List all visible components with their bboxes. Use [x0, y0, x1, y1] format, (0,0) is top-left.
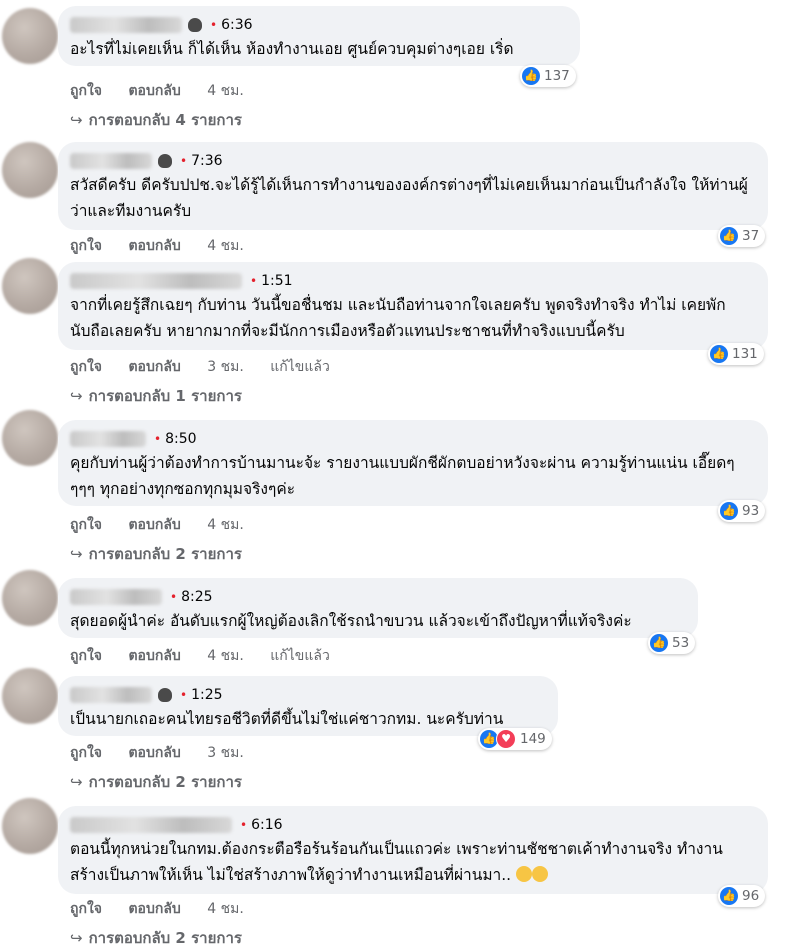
comment-actions: ถูกใจ ตอบกลับ 4 ชม.	[70, 80, 266, 102]
avatar[interactable]	[2, 668, 58, 724]
like-thumb-icon: 👍	[710, 345, 728, 363]
comment-actions: ถูกใจ ตอบกลับ 4 ชม.	[70, 898, 266, 920]
comment-time: 6:36	[221, 17, 253, 33]
comment-time: 6:16	[251, 817, 283, 833]
like-thumb-icon: 👍	[522, 67, 540, 85]
like-button[interactable]: ถูกใจ	[70, 359, 102, 375]
author-name-blurred[interactable]	[70, 273, 242, 289]
reaction-count[interactable]: 👍 137	[520, 65, 576, 87]
like-thumb-icon: 👍	[720, 887, 738, 905]
avatar[interactable]	[2, 410, 58, 466]
comment-actions: ถูกใจ ตอบกลับ 3 ชม. แก้ไขแล้ว	[70, 356, 352, 378]
comment-actions: ถูกใจ ตอบกลับ 3 ชม.	[70, 742, 266, 764]
view-replies-link[interactable]: ↪ การตอบกลับ 2 รายการ	[70, 770, 242, 794]
comment-text: สวัสดีครับ ดีครับปปช.จะได้รู้ได้เห็นการท…	[70, 176, 748, 220]
top-fan-badge-icon	[188, 18, 202, 32]
comment-time: 8:50	[165, 431, 197, 447]
like-button[interactable]: ถูกใจ	[70, 83, 102, 99]
comment-bubble: • 6:36 อะไรที่ไม่เคยเห็น ก็ได้เห็น ห้องท…	[58, 6, 580, 66]
reply-arrow-icon: ↪	[70, 387, 83, 405]
blushing-smile-emoji-icon	[516, 866, 533, 882]
edited-label[interactable]: แก้ไขแล้ว	[270, 359, 330, 375]
author-name-blurred[interactable]	[70, 431, 146, 447]
avatar[interactable]	[2, 570, 58, 626]
author-name-blurred[interactable]	[70, 687, 152, 703]
reply-button[interactable]: ตอบกลับ	[128, 648, 180, 664]
comment-age[interactable]: 3 ชม.	[207, 745, 244, 761]
like-thumb-icon: 👍	[720, 502, 738, 520]
reply-arrow-icon: ↪	[70, 929, 83, 947]
reaction-count[interactable]: 👍 53	[648, 632, 696, 654]
comment-time: 1:51	[261, 273, 293, 289]
view-replies-link[interactable]: ↪ การตอบกลับ 2 รายการ	[70, 926, 242, 950]
comment-bubble: • 1:25 เป็นนายกเถอะคนไทยรอชีวิตที่ดีขึ้น…	[58, 676, 558, 736]
avatar[interactable]	[2, 8, 58, 64]
reaction-count[interactable]: 👍 96	[718, 885, 766, 907]
reply-button[interactable]: ตอบกลับ	[128, 901, 180, 917]
like-button[interactable]: ถูกใจ	[70, 238, 102, 254]
reaction-count[interactable]: 👍 37	[718, 225, 766, 247]
view-replies-link[interactable]: ↪ การตอบกลับ 1 รายการ	[70, 384, 242, 408]
comment-age[interactable]: 4 ชม.	[207, 901, 244, 917]
comment-bubble: • 6:16 ตอนนี้ทุกหน่วยในกทม.ต้องกระตือรือ…	[58, 806, 768, 894]
top-fan-badge-icon	[158, 154, 172, 168]
love-heart-icon: ♥	[496, 729, 516, 749]
avatar[interactable]	[2, 798, 58, 854]
reply-button[interactable]: ตอบกลับ	[128, 238, 180, 254]
reaction-count[interactable]: 👍 131	[708, 343, 764, 365]
like-button[interactable]: ถูกใจ	[70, 901, 102, 917]
author-name-blurred[interactable]	[70, 17, 182, 33]
reply-button[interactable]: ตอบกลับ	[128, 745, 180, 761]
reply-button[interactable]: ตอบกลับ	[128, 359, 180, 375]
comment-text: จากที่เคยรู้สึกเฉยๆ กับท่าน วันนี้ขอชื่น…	[70, 296, 726, 340]
blushing-smile-emoji-icon	[532, 866, 549, 882]
like-button[interactable]: ถูกใจ	[70, 648, 102, 664]
view-replies-link[interactable]: ↪ การตอบกลับ 2 รายการ	[70, 542, 242, 566]
reaction-count[interactable]: 👍 93	[718, 500, 766, 522]
comment-text: เป็นนายกเถอะคนไทยรอชีวิตที่ดีขึ้นไม่ใช่แ…	[70, 710, 504, 728]
like-thumb-icon: 👍	[650, 634, 668, 652]
edited-label[interactable]: แก้ไขแล้ว	[270, 648, 330, 664]
author-name-blurred[interactable]	[70, 589, 162, 605]
reply-button[interactable]: ตอบกลับ	[128, 517, 180, 533]
comment-time: 7:36	[191, 153, 223, 169]
reply-button[interactable]: ตอบกลับ	[128, 83, 180, 99]
comment-text: คุยกับท่านผู้ว่าต้องทำการบ้านมานะจ้ะ ราย…	[70, 454, 735, 498]
comment-actions: ถูกใจ ตอบกลับ 4 ชม. แก้ไขแล้ว	[70, 645, 352, 667]
reaction-count[interactable]: 👍 ♥ 149	[478, 728, 552, 750]
view-replies-link[interactable]: ↪ การตอบกลับ 4 รายการ	[70, 108, 242, 132]
comment-bubble: • 8:50 คุยกับท่านผู้ว่าต้องทำการบ้านมานะ…	[58, 420, 768, 506]
like-button[interactable]: ถูกใจ	[70, 745, 102, 761]
comment-bubble: • 7:36 สวัสดีครับ ดีครับปปช.จะได้รู้ได้เ…	[58, 142, 768, 230]
like-button[interactable]: ถูกใจ	[70, 517, 102, 533]
comment-age[interactable]: 4 ชม.	[207, 83, 244, 99]
comment-bubble: • 8:25 สุดยอดผู้นำค่ะ อันดับแรกผู้ใหญ่ต้…	[58, 578, 698, 638]
comment-time: 1:25	[191, 687, 223, 703]
comment-age[interactable]: 4 ชม.	[207, 517, 244, 533]
comment-actions: ถูกใจ ตอบกลับ 4 ชม.	[70, 235, 266, 257]
reply-arrow-icon: ↪	[70, 111, 83, 129]
avatar[interactable]	[2, 258, 58, 314]
like-thumb-icon: 👍	[720, 227, 738, 245]
comment-bubble: • 1:51 จากที่เคยรู้สึกเฉยๆ กับท่าน วันนี…	[58, 262, 768, 350]
comment-text: สุดยอดผู้นำค่ะ อันดับแรกผู้ใหญ่ต้องเลิกใ…	[70, 612, 632, 630]
avatar[interactable]	[2, 142, 58, 198]
comment-time: 8:25	[181, 589, 213, 605]
comment-age[interactable]: 3 ชม.	[207, 359, 244, 375]
comment-age[interactable]: 4 ชม.	[207, 648, 244, 664]
reply-arrow-icon: ↪	[70, 545, 83, 563]
comment-age[interactable]: 4 ชม.	[207, 238, 244, 254]
reply-arrow-icon: ↪	[70, 773, 83, 791]
comment-text: ตอนนี้ทุกหน่วยในกทม.ต้องกระตือรือร้นร้อน…	[70, 840, 723, 884]
author-name-blurred[interactable]	[70, 153, 152, 169]
comment-text: อะไรที่ไม่เคยเห็น ก็ได้เห็น ห้องทำงานเอย…	[70, 40, 514, 58]
author-name-blurred[interactable]	[70, 817, 232, 833]
top-fan-badge-icon	[158, 688, 172, 702]
comment-actions: ถูกใจ ตอบกลับ 4 ชม.	[70, 514, 266, 536]
